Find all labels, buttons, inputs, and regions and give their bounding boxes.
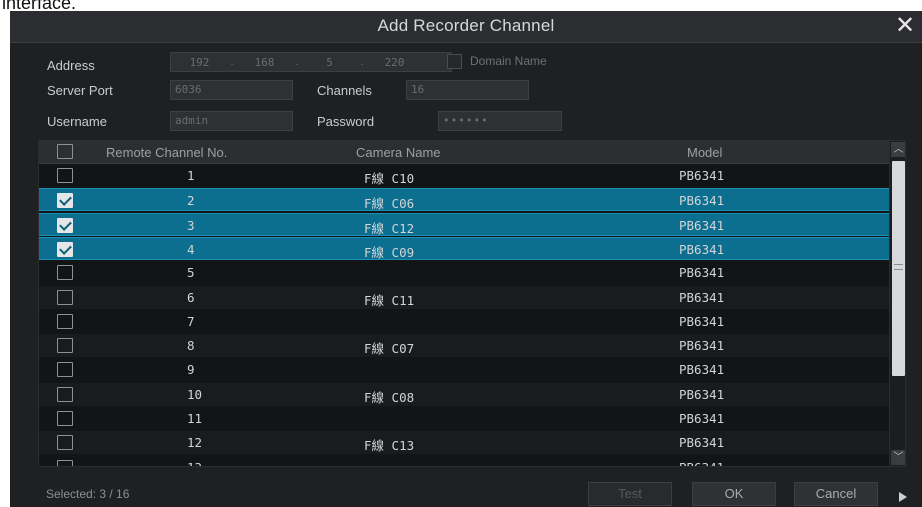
row-checkbox[interactable] <box>57 386 73 402</box>
cell-remote-channel-no: 10 <box>187 386 203 402</box>
cell-model: PB6341 <box>679 193 725 209</box>
ip-octet-4[interactable]: 220 <box>366 56 423 69</box>
row-checkbox[interactable] <box>57 168 73 183</box>
cell-remote-channel-no: 3 <box>187 217 195 233</box>
password-input[interactable]: •••••• <box>438 111 562 131</box>
test-button[interactable]: Test <box>588 482 672 506</box>
cancel-button[interactable]: Cancel <box>794 482 878 506</box>
table-row[interactable]: 5 PB6341 <box>39 261 889 284</box>
ip-dot: . <box>230 56 234 68</box>
cell-camera-name: F線 C11 <box>364 292 415 308</box>
select-all-checkbox[interactable] <box>57 144 73 159</box>
row-checkbox[interactable] <box>57 193 73 209</box>
cell-model: PB6341 <box>679 289 725 305</box>
server-port-input[interactable]: 6036 <box>170 80 293 100</box>
row-checkbox[interactable] <box>57 435 73 451</box>
cell-model: PB6341 <box>679 386 725 402</box>
cell-camera-name: F線 C13 <box>364 438 415 454</box>
table-row[interactable]: 11 PB6341 <box>39 407 889 430</box>
arrow-right-icon <box>899 492 907 502</box>
cell-camera-name: F線 C12 <box>364 220 415 236</box>
cell-model: PB6341 <box>679 217 725 233</box>
cell-remote-channel-no: 1 <box>187 168 195 183</box>
channels-label: Channels <box>317 83 372 98</box>
channels-input[interactable]: 16 <box>406 80 529 100</box>
cell-model: PB6341 <box>679 338 725 354</box>
row-checkbox[interactable] <box>57 289 73 305</box>
scroll-thumb[interactable] <box>892 161 905 376</box>
cell-camera-name: F線 C07 <box>364 341 415 357</box>
table-scrollbar[interactable]: ︿ ﹀ <box>889 141 905 466</box>
channel-table: Remote Channel No. Camera Name Model 1 F線… <box>38 140 906 467</box>
close-icon[interactable]: ✕ <box>892 12 918 40</box>
username-input[interactable]: admin <box>170 111 293 131</box>
ip-octet-3[interactable]: 5 <box>301 56 358 69</box>
cell-remote-channel-no: 7 <box>187 313 195 329</box>
cell-camera-name: F線 C09 <box>364 244 415 260</box>
cell-remote-channel-no: 12 <box>187 435 203 451</box>
domain-name-label: Domain Name <box>470 54 547 68</box>
header-camera-name: Camera Name <box>356 145 441 160</box>
username-label: Username <box>47 114 107 129</box>
cell-remote-channel-no: 8 <box>187 338 195 354</box>
dialog-title: Add Recorder Channel <box>377 16 555 35</box>
cell-remote-channel-no: 11 <box>187 411 203 426</box>
cell-remote-channel-no: 5 <box>187 265 195 281</box>
cell-camera-name: F線 C08 <box>364 389 415 405</box>
dialog-titlebar: Add Recorder Channel ✕ <box>10 11 922 43</box>
table-row[interactable]: 8 F線 C07 PB6341 <box>39 334 889 358</box>
table-row[interactable]: 1 F線 C10 PB6341 <box>39 164 889 187</box>
ip-dot: . <box>360 56 364 68</box>
cell-model: PB6341 <box>679 241 725 257</box>
row-checkbox[interactable] <box>57 411 73 426</box>
table-row[interactable]: 13 PB6341 <box>39 456 889 466</box>
row-checkbox[interactable] <box>57 459 73 466</box>
header-model: Model <box>687 145 723 160</box>
ok-button[interactable]: OK <box>692 482 776 506</box>
ip-octet-1[interactable]: 192 <box>171 56 228 69</box>
cell-remote-channel-no: 6 <box>187 289 195 305</box>
ip-octet-2[interactable]: 168 <box>236 56 293 69</box>
scroll-up-icon[interactable]: ︿ <box>891 142 905 157</box>
scroll-grip-icon <box>894 264 903 270</box>
row-checkbox[interactable] <box>57 313 73 329</box>
cell-remote-channel-no: 2 <box>187 193 195 209</box>
password-label: Password <box>317 114 375 129</box>
address-ip-input[interactable]: 192 . 168 . 5 . 220 <box>170 52 452 72</box>
selected-count: Selected: 3 / 16 <box>46 487 130 501</box>
table-row[interactable]: 9 PB6341 <box>39 358 889 381</box>
server-port-label: Server Port <box>47 83 113 98</box>
cell-remote-channel-no: 9 <box>187 362 195 378</box>
row-checkbox[interactable] <box>57 338 73 354</box>
table-row[interactable]: 2 F線 C06 PB6341 <box>39 188 889 212</box>
domain-name-checkbox[interactable] <box>447 54 462 69</box>
cell-model: PB6341 <box>679 168 725 183</box>
table-row[interactable]: 3 F線 C12 PB6341 <box>39 212 889 236</box>
cell-remote-channel-no: 4 <box>187 241 195 257</box>
table-row[interactable]: 6 F線 C11 PB6341 <box>39 285 889 309</box>
cell-remote-channel-no: 13 <box>187 460 202 466</box>
scroll-down-icon[interactable]: ﹀ <box>891 450 905 465</box>
table-header: Remote Channel No. Camera Name Model <box>39 141 889 164</box>
row-checkbox[interactable] <box>57 241 73 257</box>
cell-model: PB6341 <box>679 313 725 329</box>
cell-model: PB6341 <box>679 435 725 451</box>
table-row[interactable]: 4 F線 C09 PB6341 <box>39 236 889 260</box>
cell-camera-name: F線 C10 <box>364 171 415 186</box>
cell-model: PB6341 <box>679 265 725 281</box>
row-checkbox[interactable] <box>57 217 73 233</box>
table-row[interactable]: 7 PB6341 <box>39 310 889 333</box>
cell-model: PB6341 <box>679 411 725 426</box>
table-row[interactable]: 12 F線 C13 PB6341 <box>39 431 889 455</box>
ip-dot: . <box>295 56 299 68</box>
address-label: Address <box>47 58 95 73</box>
table-row[interactable]: 10 F線 C08 PB6341 <box>39 382 889 406</box>
header-remote-channel-no: Remote Channel No. <box>106 145 228 160</box>
cell-model: PB6341 <box>679 362 725 378</box>
cell-camera-name: F線 C06 <box>364 196 415 212</box>
cell-model: PB6341 <box>679 460 724 466</box>
add-recorder-channel-dialog: Add Recorder Channel ✕ Address 192 . 168… <box>10 11 922 507</box>
row-checkbox[interactable] <box>57 362 73 378</box>
row-checkbox[interactable] <box>57 265 73 281</box>
